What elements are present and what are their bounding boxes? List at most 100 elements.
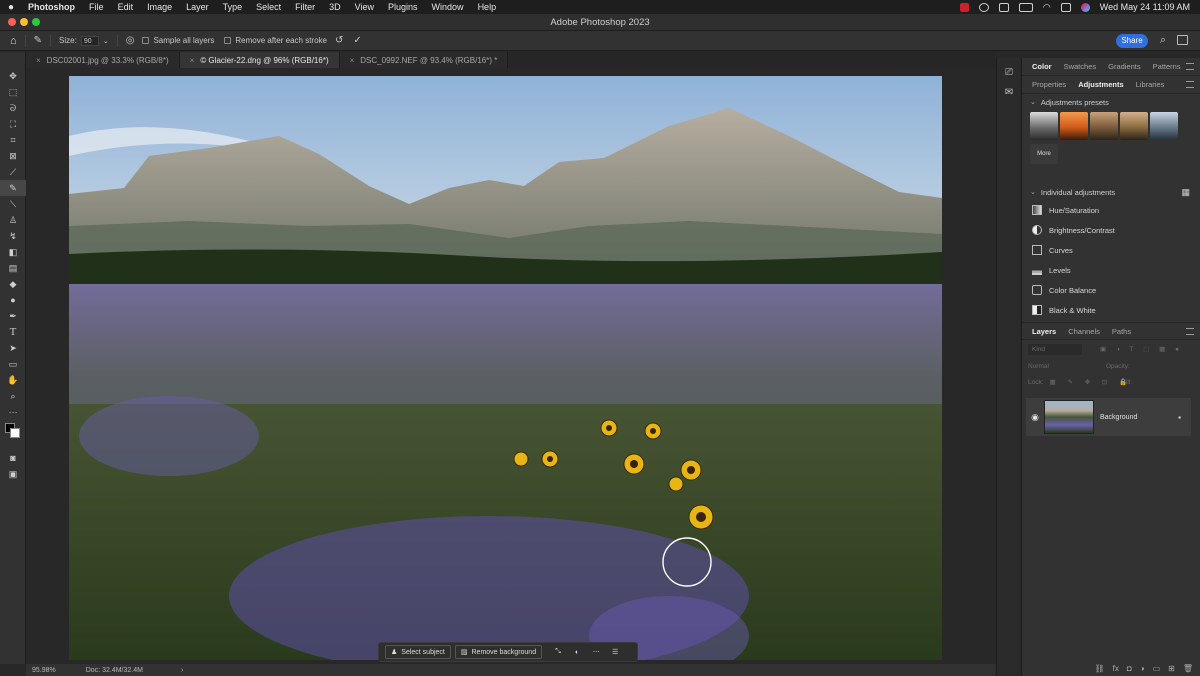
brush-settings-icon[interactable]: ◎ xyxy=(126,35,135,46)
screen-mode-icon[interactable]: ▣ xyxy=(0,466,26,482)
taskbar-settings-icon[interactable]: ☰ xyxy=(608,645,622,659)
workspace-icon[interactable] xyxy=(1177,35,1188,45)
adj-levels[interactable]: Levels xyxy=(1022,260,1200,280)
blend-mode-dropdown[interactable]: Normal xyxy=(1028,363,1049,370)
preset-thumbnail[interactable] xyxy=(1060,112,1088,140)
hand-tool-icon[interactable]: ✋ xyxy=(0,372,26,388)
tab-close-icon[interactable]: × xyxy=(190,56,195,65)
menubar-clock[interactable]: Wed May 24 11:09 AM xyxy=(1100,2,1190,12)
crop-tool-icon[interactable]: ⌗ xyxy=(0,132,26,148)
move-tool-icon[interactable]: ✥ xyxy=(0,68,26,84)
menu-plugins[interactable]: Plugins xyxy=(388,2,418,12)
path-selection-tool-icon[interactable]: ➤ xyxy=(0,340,26,356)
preset-thumbnail[interactable] xyxy=(1090,112,1118,140)
siri-icon[interactable] xyxy=(1080,2,1090,12)
control-center-icon[interactable] xyxy=(1060,2,1071,12)
more-options-icon[interactable]: ⋯ xyxy=(589,645,603,659)
remove-background-button[interactable]: ▨ Remove background xyxy=(454,645,543,659)
marquee-tool-icon[interactable]: ⬚ xyxy=(0,84,26,100)
menu-layer[interactable]: Layer xyxy=(186,2,209,12)
transform-icon[interactable]: ⤡ xyxy=(551,645,565,659)
visibility-eye-icon[interactable]: ◉ xyxy=(1026,412,1044,423)
size-input[interactable]: 90 xyxy=(80,35,99,46)
frame-tool-icon[interactable]: ⊠ xyxy=(0,148,26,164)
type-tool-icon[interactable]: T xyxy=(0,324,26,340)
select-subject-button[interactable]: ♟ Select subject xyxy=(385,645,451,659)
more-tools-icon[interactable]: ··· xyxy=(0,404,26,420)
wifi-icon[interactable]: ◠ xyxy=(1043,2,1051,13)
menu-type[interactable]: Type xyxy=(223,2,243,12)
lasso-tool-icon[interactable]: ᘐ xyxy=(0,100,26,116)
tab-gradients[interactable]: Gradients xyxy=(1102,58,1147,76)
comments-icon[interactable]: ✉ xyxy=(997,82,1021,102)
layer-thumbnail[interactable] xyxy=(1044,400,1094,434)
remove-tool-icon[interactable]: ✎ xyxy=(0,180,26,196)
tab-close-icon[interactable]: × xyxy=(350,56,355,65)
new-adjustment-layer-icon[interactable]: ◑ xyxy=(1140,664,1145,673)
remove-after-stroke-checkbox[interactable] xyxy=(224,37,232,44)
menu-3d[interactable]: 3D xyxy=(329,2,341,12)
zoom-window-button[interactable] xyxy=(32,18,40,26)
eraser-tool-icon[interactable]: ◧ xyxy=(0,244,26,260)
tab-paths[interactable]: Paths xyxy=(1106,322,1137,340)
tab-adjustments[interactable]: Adjustments xyxy=(1072,76,1129,94)
menu-edit[interactable]: Edit xyxy=(118,2,134,12)
document-canvas-image[interactable] xyxy=(69,76,942,660)
status-red-app-icon[interactable] xyxy=(959,2,969,12)
apple-icon[interactable]: ● xyxy=(8,2,14,13)
minimize-window-button[interactable] xyxy=(20,18,28,26)
gradient-tool-icon[interactable]: ▤ xyxy=(0,260,26,276)
camera-icon[interactable] xyxy=(978,2,989,12)
zoom-level[interactable]: 95.98% xyxy=(32,667,56,674)
tab-dsc02001[interactable]: × DSC02001.jpg @ 33.3% (RGB/8*) xyxy=(26,52,180,68)
tab-patterns[interactable]: Patterns xyxy=(1147,58,1187,76)
add-mask-icon[interactable]: ◘ xyxy=(1127,664,1132,673)
object-selection-tool-icon[interactable]: ⛶ xyxy=(0,116,26,132)
blur-tool-icon[interactable]: ◆ xyxy=(0,276,26,292)
kind-filter-dropdown[interactable]: Kind xyxy=(1028,343,1082,355)
tab-color[interactable]: Color xyxy=(1026,58,1058,76)
size-dropdown-chevron-icon[interactable]: ⌄ xyxy=(103,37,109,45)
layer-effects-icon[interactable]: fx xyxy=(1113,664,1119,673)
adj-brightness-contrast[interactable]: Brightness/Contrast xyxy=(1022,220,1200,240)
pen-tool-icon[interactable]: ✒ xyxy=(0,308,26,324)
link-layers-icon[interactable]: ⛓ xyxy=(1095,664,1105,673)
sample-all-layers-checkbox[interactable] xyxy=(142,37,150,44)
menu-file[interactable]: File xyxy=(89,2,104,12)
menu-filter[interactable]: Filter xyxy=(295,2,315,12)
grid-view-icon[interactable]: ▦ xyxy=(1181,187,1190,198)
adj-curves[interactable]: Curves xyxy=(1022,240,1200,260)
panel-menu-icon[interactable] xyxy=(1186,63,1194,70)
adj-black-white[interactable]: Black & White xyxy=(1022,300,1200,320)
delete-layer-icon[interactable]: 🗑 xyxy=(1183,664,1193,673)
menu-app-name[interactable]: Photoshop xyxy=(28,2,75,12)
quick-mask-icon[interactable]: ◙ xyxy=(0,450,26,466)
more-presets-button[interactable]: More xyxy=(1030,144,1058,164)
menu-window[interactable]: Window xyxy=(432,2,464,12)
undo-icon[interactable]: ↺ xyxy=(335,35,343,46)
panel-menu-icon[interactable] xyxy=(1186,328,1194,335)
adj-hue-saturation[interactable]: Hue/Saturation xyxy=(1022,200,1200,220)
history-icon[interactable]: ⎚ xyxy=(997,62,1021,82)
tab-channels[interactable]: Channels xyxy=(1062,322,1106,340)
adj-color-balance[interactable]: Color Balance xyxy=(1022,280,1200,300)
panel-menu-icon[interactable] xyxy=(1186,81,1194,88)
battery-icon[interactable] xyxy=(1018,2,1033,12)
tab-swatches[interactable]: Swatches xyxy=(1058,58,1103,76)
brush-tool-icon[interactable]: ⟍ xyxy=(0,196,26,212)
close-window-button[interactable] xyxy=(8,18,16,26)
eyedropper-tool-icon[interactable]: ⟋ xyxy=(0,164,26,180)
layer-name[interactable]: Background xyxy=(1100,414,1178,421)
tab-properties[interactable]: Properties xyxy=(1026,76,1072,94)
rectangle-tool-icon[interactable]: ▭ xyxy=(0,356,26,372)
filter-icons[interactable]: ▣ ◑ T ⬚ ▩ ● xyxy=(1100,345,1183,353)
adjustments-presets-header[interactable]: ⌄ Adjustments presets xyxy=(1022,94,1200,110)
menu-select[interactable]: Select xyxy=(256,2,281,12)
layer-row-background[interactable]: ◉ Background ▪ xyxy=(1026,398,1191,436)
preset-thumbnail[interactable] xyxy=(1120,112,1148,140)
commit-check-icon[interactable]: ✓ xyxy=(353,35,361,46)
lock-icons[interactable]: ▦ ✎ ✥ ⊡ 🔒 xyxy=(1050,378,1133,386)
menu-view[interactable]: View xyxy=(355,2,374,12)
tab-libraries[interactable]: Libraries xyxy=(1130,76,1171,94)
tab-dsc-0992[interactable]: × DSC_0992.NEF @ 93.4% (RGB/16*) * xyxy=(339,52,509,68)
